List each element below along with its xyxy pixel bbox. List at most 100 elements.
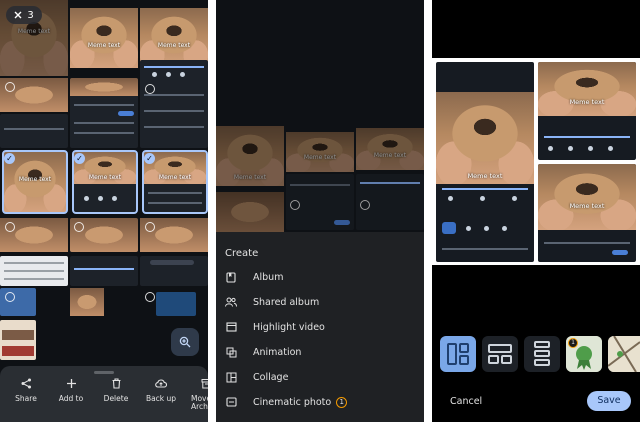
menu-item-cinematic-photo[interactable]: Cinematic photo 1 xyxy=(216,391,424,413)
menu-item-highlight-video[interactable]: Highlight video xyxy=(216,316,424,338)
menu-item-animation[interactable]: Animation xyxy=(216,341,424,363)
slider-track xyxy=(74,104,134,106)
create-title: Create xyxy=(225,248,259,259)
screenshot-thumbnail[interactable] xyxy=(140,60,208,148)
comic-panel xyxy=(2,346,34,356)
selection-count-chip[interactable]: 3 xyxy=(6,6,42,24)
slider-track xyxy=(144,126,204,128)
close-icon[interactable] xyxy=(14,11,22,19)
tool-icon xyxy=(512,196,517,201)
screenshot-thumbnail[interactable] xyxy=(0,114,68,148)
delete-label: Delete xyxy=(103,394,129,403)
drag-handle[interactable] xyxy=(94,371,114,374)
screenshot-thumbnail[interactable] xyxy=(156,292,196,316)
select-circle[interactable] xyxy=(5,222,15,232)
plus-icon xyxy=(66,379,76,388)
slider-track xyxy=(144,94,204,96)
zoom-button[interactable] xyxy=(171,328,199,356)
collage-icon xyxy=(225,371,237,383)
layout-option-template[interactable] xyxy=(608,336,640,372)
back-up-label: Back up xyxy=(145,394,177,403)
check-icon[interactable]: ✓ xyxy=(74,153,85,164)
photo-thumbnail xyxy=(70,78,138,96)
screenshot-thumbnail[interactable] xyxy=(70,218,138,252)
menu-item-label: Album xyxy=(253,271,284,283)
ui-button xyxy=(150,260,194,265)
select-circle[interactable] xyxy=(145,292,155,302)
select-circle[interactable] xyxy=(145,222,155,232)
people-icon xyxy=(225,296,237,308)
share-button[interactable]: Share xyxy=(4,378,48,403)
layout-option-template[interactable]: 1 xyxy=(566,336,602,372)
menu-item-collage[interactable]: Collage xyxy=(216,366,424,388)
editor-top-bar xyxy=(432,0,640,58)
photo-thumbnail xyxy=(216,192,284,232)
select-circle[interactable] xyxy=(145,84,155,94)
tool-icon xyxy=(480,196,485,201)
select-circle[interactable] xyxy=(5,292,15,302)
layout-option-split[interactable] xyxy=(440,336,476,372)
tool-icon xyxy=(568,146,573,151)
comic-panel xyxy=(2,330,34,340)
add-to-button[interactable]: Add to xyxy=(49,378,93,403)
add-to-label: Add to xyxy=(58,394,84,403)
collage-preview: Meme text Meme text Meme text xyxy=(436,62,636,262)
collage-cell[interactable]: Meme text xyxy=(436,62,534,262)
zoom-in-icon xyxy=(179,336,191,348)
check-icon[interactable]: ✓ xyxy=(4,153,15,164)
photo-thumbnail: Meme text xyxy=(286,132,354,172)
photo-thumbnail: Meme text xyxy=(538,62,636,116)
collage-cell[interactable]: Meme text xyxy=(538,164,636,262)
select-circle[interactable] xyxy=(5,82,15,92)
menu-item-label: Cinematic photo xyxy=(253,396,332,408)
menu-item-label: Animation xyxy=(253,346,302,358)
layout-cell xyxy=(488,355,499,364)
tool-icon xyxy=(548,146,553,151)
meme-caption: Meme text xyxy=(569,98,605,106)
meme-caption: Meme text xyxy=(233,174,267,181)
menu-item-album[interactable]: Album xyxy=(216,266,424,288)
meme-caption: Meme text xyxy=(303,154,337,161)
photo-thumbnail[interactable] xyxy=(70,288,104,316)
keyboard-screenshot[interactable] xyxy=(0,256,68,286)
share-label: Share xyxy=(15,394,37,403)
save-button[interactable]: Save xyxy=(587,391,631,411)
select-circle[interactable] xyxy=(74,222,84,232)
menu-item-label: Collage xyxy=(253,371,289,383)
menu-item-shared-album[interactable]: Shared album xyxy=(216,291,424,313)
movie-icon xyxy=(225,321,237,333)
screenshot-thumbnail[interactable] xyxy=(70,256,138,286)
action-bar: Share Add to Delete Back up Move xyxy=(0,366,208,422)
slider-track xyxy=(74,268,134,270)
layout-cell xyxy=(447,343,457,365)
collage-cell[interactable]: Meme text xyxy=(538,62,636,160)
collage-editor-screen: Meme text Meme text Meme text 1 Cancel S… xyxy=(432,0,640,422)
meme-caption: Meme text xyxy=(157,42,191,49)
layout-cell xyxy=(534,341,550,348)
map-icon xyxy=(608,336,640,372)
slider-track xyxy=(543,242,631,244)
tool-icon xyxy=(152,72,157,77)
photo-thumbnail: Meme text xyxy=(538,164,636,230)
tool-icon xyxy=(448,196,453,201)
archive-icon xyxy=(201,379,208,389)
layout-option-rows[interactable] xyxy=(524,336,560,372)
cancel-button[interactable]: Cancel xyxy=(450,396,482,407)
photo-thumbnail[interactable]: Meme text xyxy=(140,8,208,68)
back-up-button[interactable]: Back up xyxy=(139,378,183,403)
move-to-archive-button[interactable]: Move Arch xyxy=(184,378,208,411)
screenshot-thumbnail[interactable] xyxy=(0,288,36,316)
comic-thumbnail[interactable] xyxy=(0,320,36,360)
screenshot-thumbnail[interactable] xyxy=(70,78,138,148)
screenshot-thumbnail[interactable] xyxy=(140,256,208,286)
delete-button[interactable]: Delete xyxy=(94,378,138,403)
layout-option-top-split[interactable] xyxy=(482,336,518,372)
animation-icon xyxy=(225,346,237,358)
tool-icon xyxy=(588,146,593,151)
slider-track xyxy=(290,184,350,186)
select-circle xyxy=(360,200,370,210)
layout-cell xyxy=(488,344,512,353)
photo-thumbnail[interactable]: Meme text xyxy=(70,8,138,68)
check-icon[interactable]: ✓ xyxy=(144,153,155,164)
ui-button xyxy=(334,220,350,225)
